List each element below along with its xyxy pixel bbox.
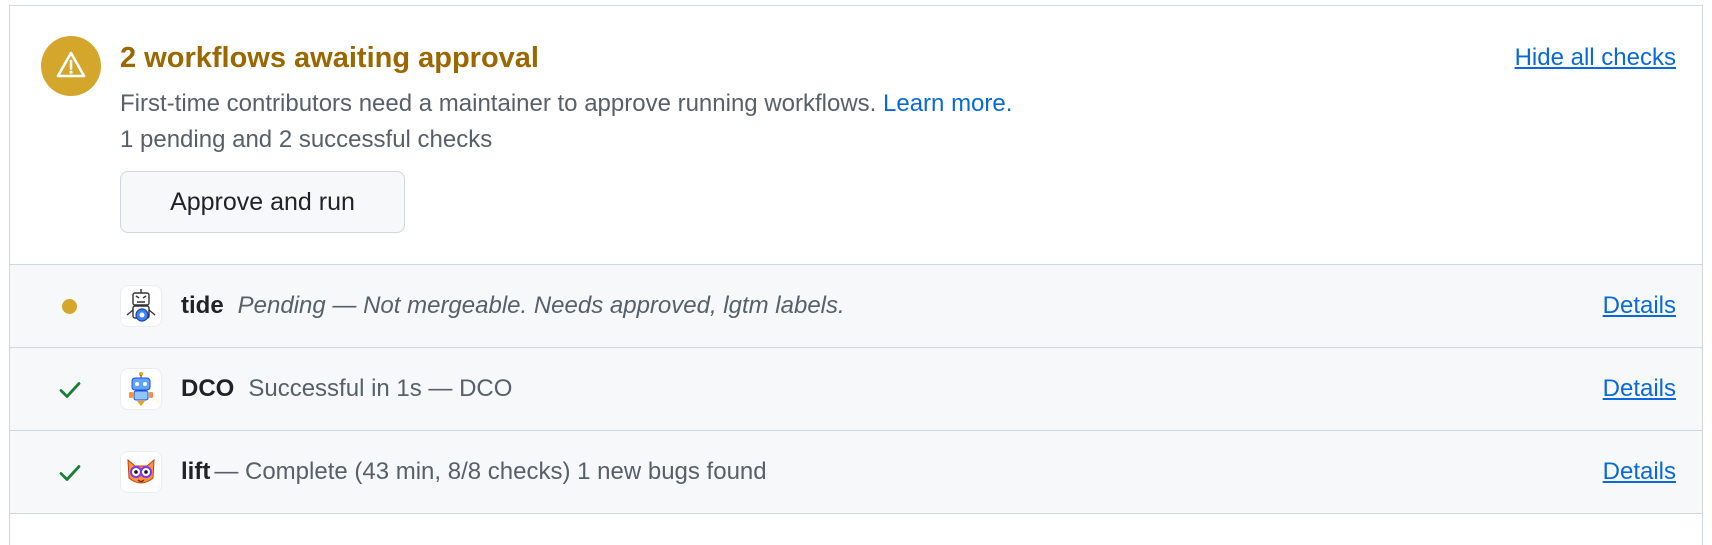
- approval-description: First-time contributors need a maintaine…: [120, 90, 1012, 118]
- checks-summary: 1 pending and 2 successful checks: [120, 126, 493, 153]
- check-icon: [57, 377, 83, 408]
- lift-bot-avatar[interactable]: [120, 451, 162, 493]
- merge-checks-panel: 2 workflows awaiting approval First-time…: [9, 5, 1703, 545]
- dco-bot-avatar[interactable]: [120, 368, 162, 410]
- approval-title: 2 workflows awaiting approval: [120, 42, 539, 74]
- check-name: DCO: [181, 375, 235, 402]
- approval-description-text: First-time contributors need a maintaine…: [120, 90, 877, 117]
- details-link[interactable]: Details: [1603, 375, 1676, 403]
- check-row-lift: lift — Complete (43 min, 8/8 checks) 1 ne…: [10, 431, 1702, 514]
- hide-all-checks-link[interactable]: Hide all checks: [1515, 44, 1676, 72]
- check-line: tide Pending — Not mergeable. Needs appro…: [181, 292, 845, 320]
- tide-bot-avatar[interactable]: [120, 285, 162, 327]
- check-row-tide: tide Pending — Not mergeable. Needs appro…: [10, 265, 1702, 348]
- details-link[interactable]: Details: [1603, 458, 1676, 486]
- check-row-dco: DCO Successful in 1s — DCO Details: [10, 348, 1702, 431]
- check-line: DCO Successful in 1s — DCO: [181, 375, 512, 403]
- check-description: — Complete (43 min, 8/8 checks) 1 new bu…: [214, 458, 767, 485]
- check-line: lift — Complete (43 min, 8/8 checks) 1 ne…: [181, 458, 767, 486]
- check-description: Successful in 1s — DCO: [248, 375, 513, 402]
- check-name: tide: [181, 292, 224, 319]
- workflow-approval-section: 2 workflows awaiting approval First-time…: [10, 6, 1702, 265]
- details-link[interactable]: Details: [1603, 292, 1676, 320]
- alert-icon: [41, 36, 101, 96]
- approve-and-run-button[interactable]: Approve and run: [120, 171, 405, 233]
- pending-dot-icon: [62, 299, 77, 314]
- check-name: lift: [181, 458, 211, 485]
- check-description: Pending — Not mergeable. Needs approved,…: [237, 292, 845, 319]
- learn-more-link[interactable]: Learn more.: [883, 90, 1012, 117]
- check-icon: [57, 460, 83, 491]
